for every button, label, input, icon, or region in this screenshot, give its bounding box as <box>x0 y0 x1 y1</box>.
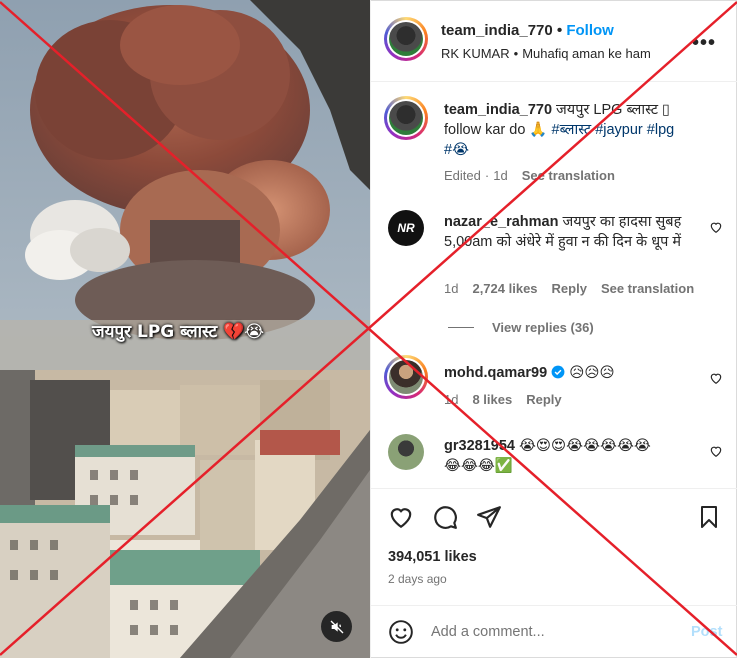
like-comment-heart-icon[interactable] <box>709 220 723 234</box>
comment-text-line-1: 😭😍😍😭😭😭😭😭 <box>518 438 651 454</box>
reply-button[interactable]: Reply <box>526 392 561 407</box>
commenter-logo: NR <box>397 221 415 235</box>
caption-line-1: जयपुर LPG ब्लास्ट ▯ <box>556 102 671 118</box>
commenter-avatar[interactable]: NR <box>388 210 424 246</box>
commenter-avatar[interactable] <box>384 355 428 399</box>
author-username[interactable]: team_india_770 <box>441 22 553 39</box>
audio-label[interactable]: Muhafiq aman ke ham <box>522 46 651 61</box>
hashtag-link[interactable]: #lpg <box>647 122 674 138</box>
comment-body: nazar_e_rahman जयपुर का हादसा सुबह 5,00a… <box>444 212 694 252</box>
caption-username[interactable]: team_india_770 <box>444 102 552 118</box>
comment-input[interactable] <box>431 621 671 643</box>
video-overlay-caption: जयपुर LPG ब्लास्ट 💔😭 <box>92 322 265 342</box>
share-paper-plane-icon[interactable] <box>476 504 502 530</box>
commenter-avatar[interactable] <box>388 434 424 470</box>
see-translation-link[interactable]: See translation <box>522 168 615 183</box>
mute-button[interactable] <box>321 611 352 642</box>
post-header: team_india_770 • Follow RK KUMAR • Muhafiq a… <box>371 0 737 82</box>
comment-likes[interactable]: 2,724 likes <box>472 281 537 296</box>
comment-body: mohd.qamar99 😥😥😥 <box>444 363 615 383</box>
separator-dot: • <box>513 46 519 61</box>
comment-body: gr3281954 😭😍😍😭😭😭😭😭 😂😂😂✅ <box>444 436 704 476</box>
author-display-name: RK KUMAR <box>441 46 510 61</box>
like-heart-icon[interactable] <box>388 504 414 530</box>
more-options-icon[interactable]: ••• <box>692 32 716 55</box>
verified-badge-icon <box>551 365 565 379</box>
separator-dot: • <box>556 22 563 39</box>
separator-dot: · <box>484 168 490 183</box>
comment-username[interactable]: gr3281954 <box>444 438 515 454</box>
save-bookmark-icon[interactable] <box>697 504 721 530</box>
see-translation-link[interactable]: See translation <box>601 281 694 296</box>
hashtag-link[interactable]: #😭 <box>444 142 469 158</box>
caption-text: team_india_770 जयपुर LPG ब्लास्ट ▯ follo… <box>444 100 714 160</box>
hashtag-link[interactable]: #jaypur <box>595 122 643 138</box>
caption-meta: Edited · 1d See translation <box>444 168 629 183</box>
edited-label: Edited <box>444 168 481 183</box>
caption-time: 1d <box>493 168 508 183</box>
comment-likes[interactable]: 8 likes <box>472 392 512 407</box>
post-timestamp: 2 days ago <box>388 572 447 586</box>
caption-line-2: follow kar do 🙏 <box>444 122 548 138</box>
post-video[interactable]: जयपुर LPG ब्लास्ट 💔😭 <box>0 0 370 658</box>
comment-text: 😥😥😥 <box>569 365 615 381</box>
likes-count[interactable]: 394,051 likes <box>388 549 477 565</box>
comment-meta: 1d 8 likes Reply <box>444 392 576 407</box>
replies-divider <box>448 327 474 328</box>
emoji-picker-icon[interactable] <box>388 619 414 645</box>
comment-text-line-2: 😂😂😂✅ <box>444 458 513 474</box>
comment-bubble-icon[interactable] <box>432 504 458 530</box>
author-avatar[interactable] <box>384 17 428 61</box>
follow-button[interactable]: Follow <box>566 22 614 39</box>
hashtag-link[interactable]: #ब्लास्ट <box>552 122 592 138</box>
comment-username[interactable]: nazar_e_rahman <box>444 214 558 230</box>
view-replies-button[interactable]: View replies (36) <box>492 320 594 335</box>
post-side-panel: team_india_770 • Follow RK KUMAR • Muhafiq a… <box>370 0 737 658</box>
like-comment-heart-icon[interactable] <box>709 371 723 385</box>
comment-time: 1d <box>444 281 459 296</box>
post-comment-button[interactable]: Post <box>691 624 722 640</box>
speaker-muted-icon <box>330 620 343 633</box>
comment-time: 1d <box>444 392 459 407</box>
caption-author-avatar[interactable] <box>384 96 428 140</box>
add-comment-bar: Post <box>371 605 737 658</box>
like-comment-heart-icon[interactable] <box>709 444 723 458</box>
comment-meta: 1d 2,724 likes Reply See translation <box>444 281 708 296</box>
reply-button[interactable]: Reply <box>552 281 587 296</box>
comment-username[interactable]: mohd.qamar99 <box>444 365 547 381</box>
